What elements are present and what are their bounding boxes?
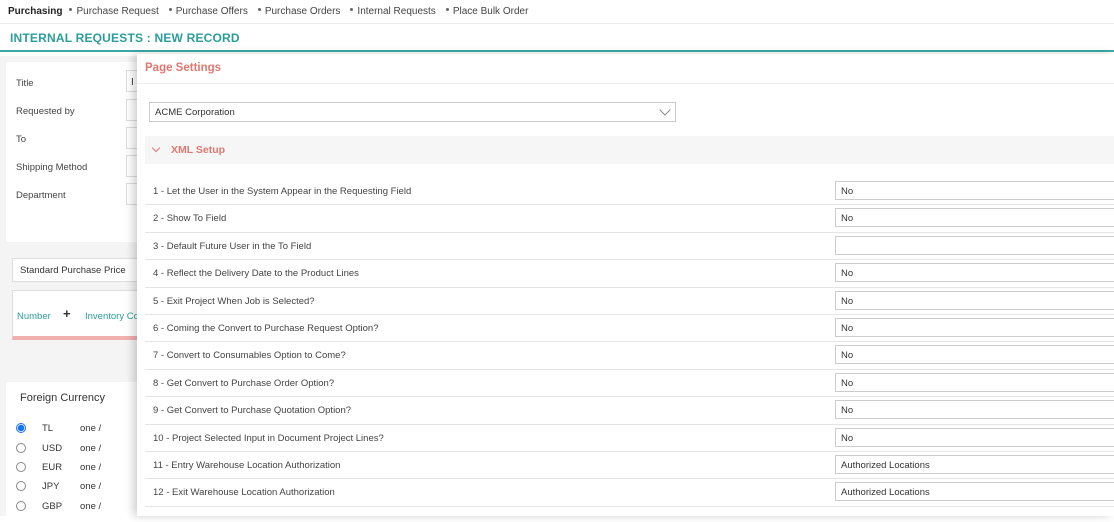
company-select[interactable]: ACME Corporation — [149, 102, 676, 122]
setting-value-field[interactable] — [835, 235, 1114, 255]
lines-table-header: Number + Inventory Co — [12, 290, 140, 340]
currency-option-eur[interactable]: EUR one / — [16, 460, 101, 474]
xml-setup-section-header[interactable]: XML Setup — [145, 136, 1114, 164]
record-form: Title I Requested by To Shipping Method … — [0, 56, 146, 522]
radio-icon[interactable] — [16, 443, 26, 453]
setting-row: 9 - Get Convert to Purchase Quotation Op… — [145, 397, 1114, 425]
column-inventory-code[interactable]: Inventory Co — [85, 311, 139, 322]
setting-label: 4 - Reflect the Delivery Date to the Pro… — [153, 268, 359, 280]
panel-title: Page Settings — [145, 62, 222, 74]
setting-row: 4 - Reflect the Delivery Date to the Pro… — [145, 260, 1114, 288]
setting-value-field[interactable]: No — [835, 427, 1114, 447]
setting-label: 9 - Get Convert to Purchase Quotation Op… — [153, 405, 352, 417]
setting-row: 10 - Project Selected Input in Document … — [145, 425, 1114, 452]
form-card: Title I Requested by To Shipping Method … — [6, 62, 146, 242]
setting-row: 6 - Coming the Convert to Purchase Reque… — [145, 315, 1114, 343]
currency-option-usd[interactable]: USD one / — [16, 441, 101, 455]
to-label: To — [16, 134, 27, 145]
nav-internal-requests[interactable]: Internal Requests — [350, 6, 436, 17]
setting-label: 11 - Entry Warehouse Location Authorizat… — [153, 460, 341, 471]
radio-icon[interactable] — [16, 462, 26, 472]
shipping-method-label: Shipping Method — [16, 162, 88, 173]
setting-value-field[interactable]: No — [835, 263, 1114, 283]
chevron-down-icon — [659, 104, 671, 116]
setting-value-field[interactable]: No — [835, 181, 1114, 200]
page-title: INTERNAL REQUESTS : NEW RECORD — [10, 30, 240, 45]
top-navigation: Purchasing Purchase Request Purchase Off… — [0, 0, 1114, 24]
radio-icon[interactable] — [16, 501, 26, 511]
requested-by-label: Requested by — [16, 106, 75, 117]
setting-label: 10 - Project Selected Input in Document … — [153, 432, 384, 444]
nav-purchase-offers[interactable]: Purchase Offers — [168, 6, 248, 17]
setting-label: 8 - Get Convert to Purchase Order Option… — [153, 377, 335, 389]
setting-label: 1 - Let the User in the System Appear in… — [153, 186, 412, 197]
nav-purchase-request[interactable]: Purchase Request — [69, 6, 159, 17]
currency-option-jpy[interactable]: JPY one / — [16, 479, 101, 493]
price-type-select[interactable]: Standard Purchase Price — [12, 258, 140, 282]
setting-value-field[interactable]: No — [835, 290, 1114, 310]
setting-label: 6 - Coming the Convert to Purchase Reque… — [153, 323, 379, 334]
setting-label: 7 - Convert to Consumables Option to Com… — [153, 350, 346, 362]
add-line-icon[interactable]: + — [63, 306, 71, 321]
setting-label: 5 - Exit Project When Job is Selected? — [153, 295, 315, 307]
divider — [137, 83, 1114, 84]
foreign-currency-card: Foreign Currency TL one / USD one / EUR … — [6, 382, 140, 522]
radio-icon[interactable] — [16, 423, 26, 433]
setting-value-field[interactable]: No — [835, 318, 1114, 337]
column-number[interactable]: Number — [17, 311, 51, 322]
nav-purchasing[interactable]: Purchasing — [8, 6, 62, 17]
setting-label: 3 - Default Future User in the To Field — [153, 240, 312, 252]
setting-row: 7 - Convert to Consumables Option to Com… — [145, 342, 1114, 370]
page-settings-panel: Page Settings ACME Corporation XML Setup… — [137, 54, 1114, 516]
setting-value-field[interactable]: No — [835, 208, 1114, 228]
chevron-down-icon[interactable] — [151, 143, 161, 153]
setting-row: 1 - Let the User in the System Appear in… — [145, 178, 1114, 206]
setting-row: 12 - Exit Warehouse Location Authorizati… — [145, 479, 1114, 507]
nav-purchase-orders[interactable]: Purchase Orders — [257, 6, 340, 17]
radio-icon[interactable] — [16, 481, 26, 491]
department-label: Department — [16, 190, 66, 201]
setting-row: 8 - Get Convert to Purchase Order Option… — [145, 370, 1114, 398]
foreign-currency-title: Foreign Currency — [20, 392, 105, 404]
setting-row: 11 - Entry Warehouse Location Authorizat… — [145, 452, 1114, 480]
setting-value-field[interactable]: No — [835, 345, 1114, 365]
currency-option-gbp[interactable]: GBP one / — [16, 499, 101, 513]
setting-value-field[interactable]: No — [835, 400, 1114, 420]
title-label: Title — [16, 78, 34, 89]
page-header: INTERNAL REQUESTS : NEW RECORD — [0, 25, 1114, 52]
currency-option-tl[interactable]: TL one / — [16, 421, 101, 435]
xml-setup-title: XML Setup — [171, 144, 226, 156]
setting-row: 2 - Show To Field No — [145, 205, 1114, 233]
setting-label: 12 - Exit Warehouse Location Authorizati… — [153, 487, 335, 499]
setting-row: 5 - Exit Project When Job is Selected? No — [145, 288, 1114, 315]
setting-value-field[interactable]: Authorized Locations — [835, 455, 1114, 474]
setting-value-field[interactable]: No — [835, 372, 1114, 392]
nav-place-bulk-order[interactable]: Place Bulk Order — [445, 6, 528, 17]
setting-value-field[interactable]: Authorized Locations — [835, 482, 1114, 502]
setting-label: 2 - Show To Field — [153, 213, 227, 225]
setting-row: 3 - Default Future User in the To Field — [145, 233, 1114, 261]
